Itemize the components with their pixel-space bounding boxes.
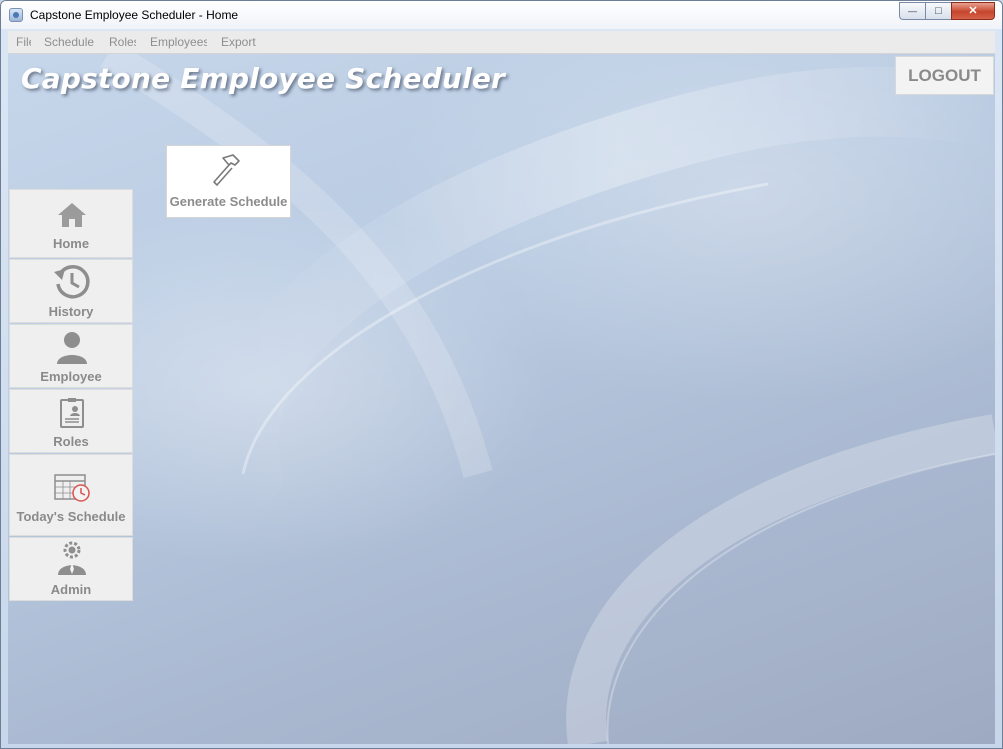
menu-roles[interactable]: Roles [109,35,136,49]
menu-file[interactable]: File [16,35,31,49]
close-icon: ✕ [968,4,978,17]
maximize-button[interactable]: □ [925,2,951,20]
sidebar-item-label: Roles [53,434,89,449]
logout-label: LOGOUT [908,65,981,85]
sidebar-item-todays-schedule[interactable]: Today's Schedule [9,454,133,536]
maximize-icon: □ [935,4,942,17]
menu-employees[interactable]: Employees [150,35,207,49]
menu-schedule[interactable]: Schedule [44,35,96,49]
minimize-button[interactable]: — [899,2,925,20]
minimize-icon: — [908,5,917,16]
generate-schedule-button[interactable]: Generate Schedule [166,145,291,218]
background-swirl [100,54,995,744]
sidebar-item-roles[interactable]: Roles [9,389,133,453]
close-button[interactable]: ✕ [951,2,995,20]
sidebar-item-admin[interactable]: Admin [9,537,133,601]
sidebar-item-label: Home [52,236,90,251]
id-card-icon [60,398,84,428]
hammer-icon [213,154,240,186]
menu-export[interactable]: Export [221,35,256,49]
title-bar[interactable]: Capstone Employee Scheduler - Home — □ ✕ [1,1,1002,29]
sidebar-item-label: Today's Schedule [16,509,126,524]
logout-button[interactable]: LOGOUT [895,56,994,95]
app-window: Capstone Employee Scheduler - Home — □ ✕… [0,0,1003,749]
history-icon [54,265,90,299]
user-icon [57,332,87,364]
main-content: Capstone Employee Scheduler LOGOUT Gener… [8,54,995,744]
sidebar-item-label: Employee [40,369,102,384]
sidebar-item-home[interactable]: Home [9,189,133,258]
sidebar-item-label: History [48,304,94,319]
generate-schedule-label: Generate Schedule [169,194,288,209]
sidebar-item-history[interactable]: History [9,259,133,323]
menu-bar: File Schedule Roles Employees Export [8,31,995,54]
window-title: Capstone Employee Scheduler - Home [30,8,239,22]
app-title: Capstone Employee Scheduler [21,62,506,95]
sidebar-item-label: Admin [50,582,92,597]
home-icon [58,203,86,227]
window-controls: — □ ✕ [899,2,995,20]
sidebar-item-employee[interactable]: Employee [9,324,133,388]
calendar-clock-icon [54,474,90,502]
app-icon [9,8,23,22]
admin-icon [58,541,86,575]
